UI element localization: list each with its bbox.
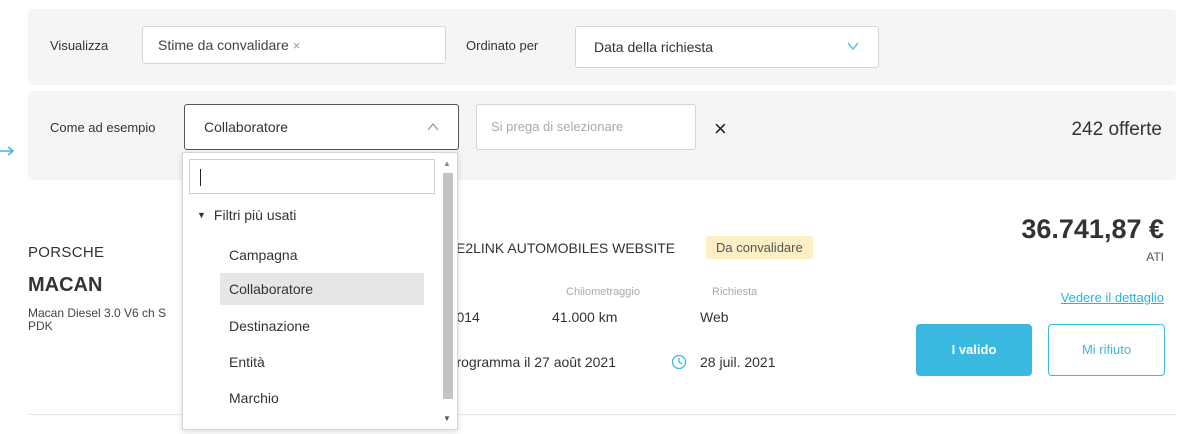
chevron-down-icon (847, 42, 859, 51)
dropdown-group-label: Filtri più usati (213, 207, 297, 223)
value-select[interactable]: Si prega di selezionare (476, 104, 696, 150)
view-chip: Stime da convalidare × (158, 37, 300, 53)
sort-select[interactable]: Data della richiesta (575, 26, 879, 68)
offer-price: 36.741,87 € (1021, 214, 1164, 244)
dropdown-item-destinazione[interactable]: Destinazione (220, 310, 424, 342)
clear-filter-icon[interactable]: × (714, 118, 727, 140)
example-select[interactable]: Collaboratore (184, 104, 459, 150)
result-count: 242 offerte (1071, 119, 1162, 140)
example-value: Collaboratore (204, 119, 289, 135)
chevron-up-icon (427, 122, 439, 131)
dropdown-item-collaboratore[interactable]: Collaboratore (220, 273, 424, 305)
caret-down-icon: ▼ (197, 210, 206, 220)
view-multiselect[interactable]: Stime da convalidare × (142, 26, 446, 64)
dropdown-scrollbar[interactable]: ▲ ▼ (439, 153, 457, 429)
offer-source: E2LINK AUTOMOBILES WEBSITE (456, 240, 676, 256)
example-label: Come ad esempio (50, 120, 156, 135)
dropdown-group[interactable]: ▼ Filtri più usati (197, 207, 296, 223)
validate-button[interactable]: I valido (916, 324, 1032, 376)
text-caret (200, 169, 201, 186)
request-value: Web (700, 309, 729, 325)
view-chip-label: Stime da convalidare (158, 37, 289, 53)
scroll-up-icon[interactable]: ▲ (443, 159, 451, 168)
scheduled-text: n programma il 27 août 2021 (437, 354, 616, 370)
dropdown-item-entita[interactable]: Entità (220, 346, 424, 378)
mileage-label: Chilometraggio (566, 286, 640, 298)
view-label: Visualizza (50, 38, 109, 53)
request-label: Richiesta (712, 286, 758, 298)
offer-model: MACAN (28, 274, 103, 296)
dropdown-item-campagna[interactable]: Campagna (220, 239, 424, 271)
clock-icon (671, 354, 687, 370)
created-date: 28 juil. 2021 (700, 354, 776, 370)
arrow-right-icon (0, 146, 15, 156)
value-select-placeholder: Si prega di selezionare (491, 119, 624, 134)
dropdown-item-marchio[interactable]: Marchio (220, 382, 424, 414)
chip-remove-icon[interactable]: × (293, 38, 301, 53)
mileage-value: 41.000 km (552, 309, 618, 325)
price-unit: ATI (1146, 250, 1164, 264)
offer-variant: Macan Diesel 3.0 V6 ch S PDK (28, 306, 167, 333)
example-dropdown: ▼ Filtri più usati Campagna Collaboratore… (182, 152, 458, 430)
refuse-button[interactable]: Mi rifiuto (1048, 324, 1165, 376)
status-badge: Da convalidare (706, 236, 813, 259)
offer-brand: PORSCHE (28, 244, 105, 261)
detail-link[interactable]: Vedere il dettaglio (1061, 290, 1164, 305)
sort-value: Data della richiesta (594, 39, 714, 55)
scroll-down-icon[interactable]: ▼ (443, 414, 451, 423)
scroll-thumb[interactable] (443, 173, 453, 399)
sort-label: Ordinato per (466, 38, 539, 53)
dropdown-search-input[interactable] (189, 159, 435, 194)
